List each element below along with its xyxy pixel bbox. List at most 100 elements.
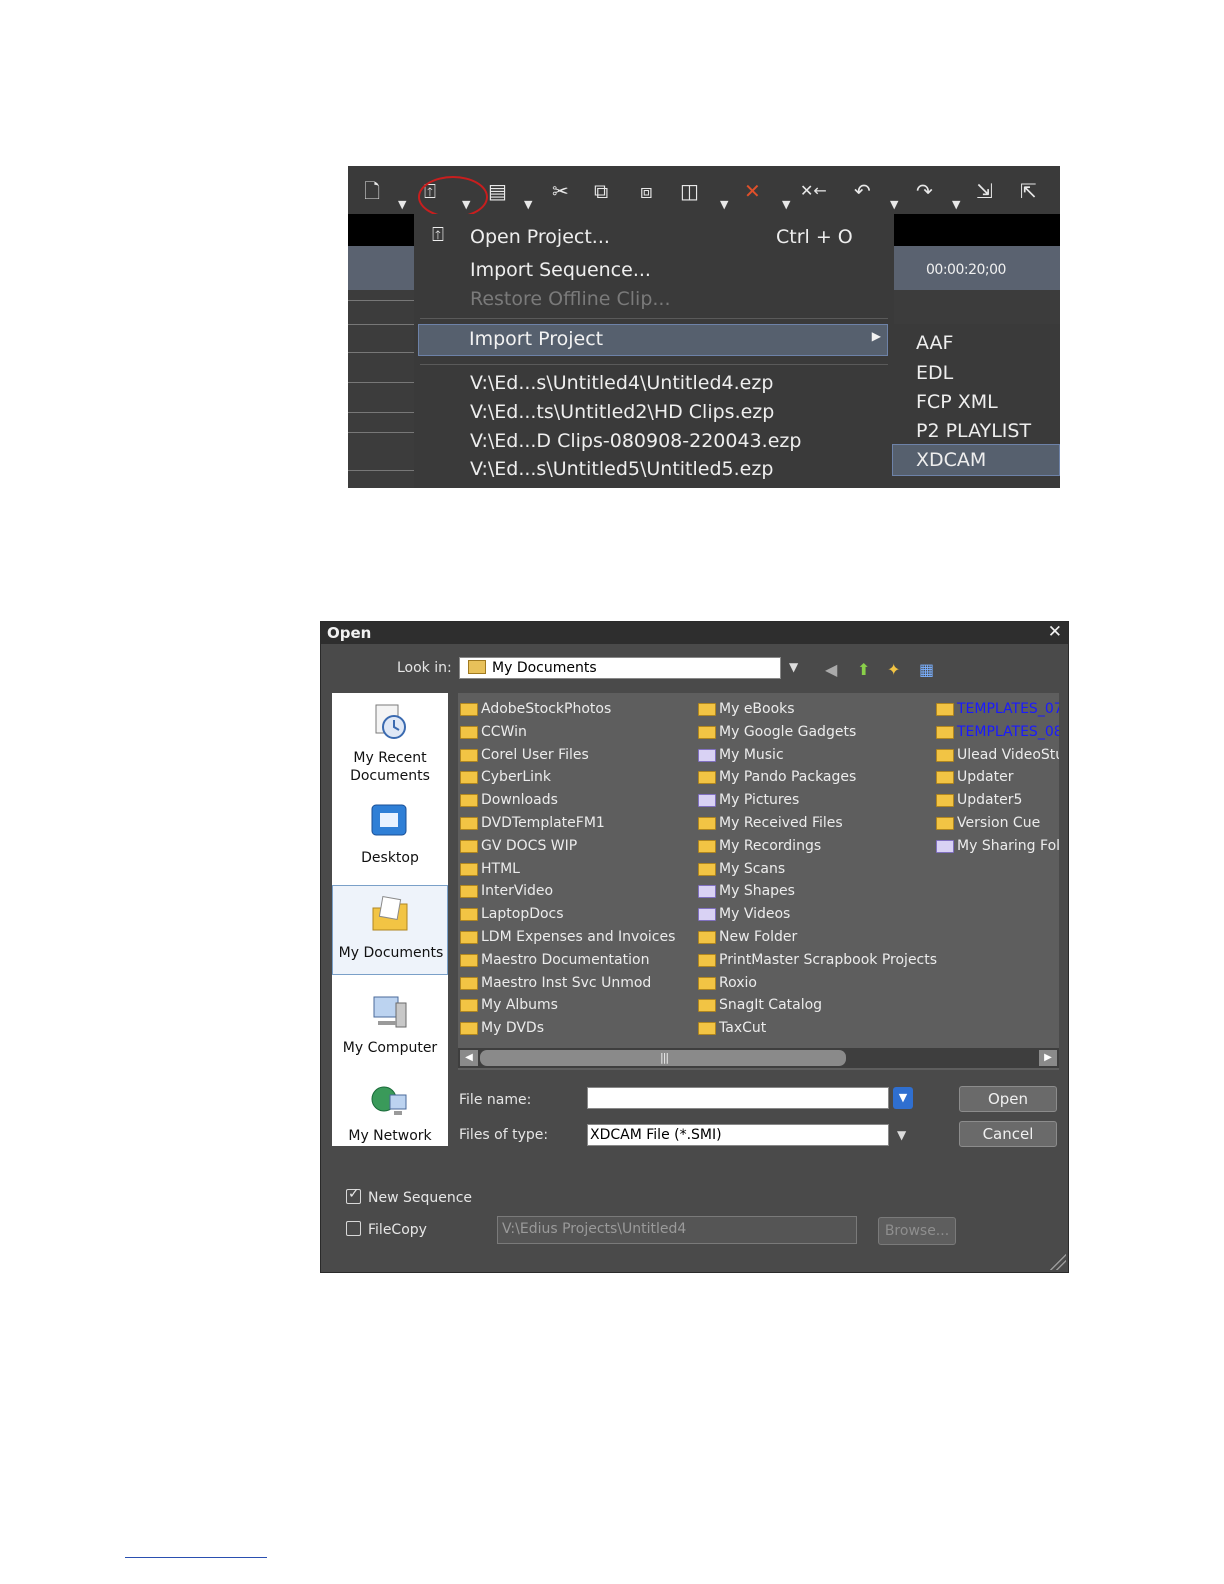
resize-grip-icon[interactable] [1050, 1254, 1066, 1270]
up-folder-icon[interactable]: ⬆ [857, 660, 870, 679]
filecopy-path-value: V:\Edius Projects\Untitled4 [502, 1221, 687, 1237]
file-list: AdobeStockPhotos CCWin Corel User Files Cyb… [458, 693, 1059, 1070]
file-name: My Shapes [719, 883, 795, 900]
split-icon[interactable]: ◫ [680, 180, 699, 202]
edius-toolbar-screenshot: 🗋 ▼ ⍐ ▼ ▤ ▼ ✂ ⧉ ⧈ ◫ ▼ ✕ ▼ ✕← ↶ ▼ ↷ ▼ ⇲ ⇱… [348, 166, 1060, 488]
open-dropdown-menu: ⍐ Open Project... Ctrl + O Import Sequen… [414, 214, 894, 488]
folder-icon [936, 748, 954, 762]
paste-icon[interactable]: ⧈ [640, 180, 653, 202]
file-name: My Pando Packages [719, 769, 857, 786]
view-menu-icon[interactable]: ▦ [919, 660, 934, 679]
menu-item-recent[interactable]: V:\Ed...ts\Untitled2\HD Clips.ezp [470, 401, 774, 423]
export-icon[interactable]: ⇲ [976, 180, 993, 202]
folder-icon [936, 771, 954, 785]
menu-separator [420, 318, 888, 319]
close-icon[interactable]: ✕ [1048, 622, 1062, 642]
import-icon[interactable]: ⇱ [1020, 180, 1037, 202]
file-name: GV DOCS WIP [481, 837, 578, 854]
files-of-type-select[interactable]: XDCAM File (*.SMI) [587, 1124, 889, 1146]
new-folder-icon[interactable]: ✦ [887, 660, 900, 679]
save-icon[interactable]: ▤ [488, 180, 507, 202]
menu-item-recent[interactable]: V:\Ed...D Clips-080908-220043.ezp [470, 430, 801, 452]
footer-link-underline [125, 1557, 267, 1558]
file-name: InterVideo [481, 883, 554, 900]
submenu-item-fcp-xml[interactable]: FCP XML [916, 391, 998, 413]
redo-icon[interactable]: ↷ [916, 180, 933, 202]
file-name-input[interactable] [587, 1087, 889, 1109]
main-toolbar: 🗋 ▼ ⍐ ▼ ▤ ▼ ✂ ⧉ ⧈ ◫ ▼ ✕ ▼ ✕← ↶ ▼ ↷ ▼ ⇲ ⇱ [348, 166, 1060, 218]
import-project-submenu: AAF EDL FCP XML P2 PLAYLIST XDCAM [892, 324, 1060, 488]
place-desktop[interactable]: Desktop [332, 793, 448, 883]
folder-icon [460, 999, 478, 1013]
folder-icon [460, 748, 478, 762]
track-line [348, 470, 414, 471]
file-name: TaxCut [719, 1020, 767, 1037]
menu-item-recent[interactable]: V:\Ed...s\Untitled4\Untitled4.ezp [470, 372, 773, 394]
menu-item-recent[interactable]: V:\Ed...s\Untitled5\Untitled5.ezp [470, 458, 773, 480]
undo-icon[interactable]: ↶ [854, 180, 871, 202]
file-name: Downloads [481, 792, 558, 809]
file-name: Corel User Files [481, 746, 589, 763]
scrollbar-thumb[interactable]: ||| [480, 1050, 846, 1066]
undo-dropdown-icon[interactable]: ▼ [890, 194, 898, 216]
look-in-select[interactable]: My Documents [459, 657, 781, 679]
open-button[interactable]: Open [959, 1086, 1057, 1112]
folder-icon [460, 794, 478, 808]
my-documents-icon [372, 896, 408, 931]
submenu-item-aaf[interactable]: AAF [916, 332, 953, 354]
folder-icon [460, 953, 478, 967]
place-label: Desktop [361, 850, 419, 866]
file-name: My Sharing Folc [957, 837, 1059, 854]
file-name: DVDTemplateFM1 [481, 814, 605, 831]
redo-dropdown-icon[interactable]: ▼ [952, 194, 960, 216]
file-name: My Pictures [719, 792, 800, 809]
folder-icon [460, 862, 478, 876]
new-project-icon[interactable]: 🗋 [364, 180, 380, 202]
file-name: My Albums [481, 997, 558, 1014]
menu-item-import-sequence[interactable]: Import Sequence... [470, 259, 651, 281]
place-recent-documents[interactable]: My Recent Documents [332, 693, 448, 784]
split-dropdown-icon[interactable]: ▼ [720, 194, 728, 216]
new-sequence-checkbox[interactable]: ✓ [346, 1186, 361, 1204]
chevron-down-icon[interactable]: ▼ [789, 660, 798, 674]
scroll-left-icon[interactable]: ◀ [460, 1050, 478, 1066]
save-dropdown-icon[interactable]: ▼ [524, 194, 532, 216]
timeline-ruler-right: 00:00:20;00 [894, 246, 1060, 290]
delete-icon[interactable]: ✕ [744, 180, 761, 202]
menu-item-restore-offline: Restore Offline Clip... [470, 288, 671, 310]
place-label: My Network [348, 1128, 432, 1144]
place-my-computer[interactable]: My Computer [332, 985, 448, 1075]
cancel-button[interactable]: Cancel [959, 1121, 1057, 1147]
chevron-down-icon[interactable]: ▼ [893, 1087, 913, 1109]
track-line [348, 412, 414, 413]
folder-icon [936, 816, 954, 830]
delete-dropdown-icon[interactable]: ▼ [782, 194, 790, 216]
ripple-delete-icon[interactable]: ✕← [800, 180, 827, 202]
filecopy-checkbox[interactable] [346, 1221, 361, 1236]
copy-icon[interactable]: ⧉ [594, 180, 608, 202]
folder-icon [698, 771, 716, 785]
submenu-item-p2-playlist[interactable]: P2 PLAYLIST [916, 420, 1031, 442]
open-dialog: Open ✕ Look in: My Documents ▼ ◀ ⬆ ✦ ▦ M… [320, 621, 1069, 1273]
file-name: My eBooks [719, 701, 795, 717]
scroll-right-icon[interactable]: ▶ [1039, 1050, 1057, 1066]
folder-icon [460, 976, 478, 990]
place-my-documents[interactable]: My Documents [332, 885, 448, 975]
import-project-label: Import Project [469, 328, 604, 350]
cut-icon[interactable]: ✂ [552, 180, 569, 202]
new-dropdown-icon[interactable]: ▼ [398, 194, 406, 216]
horizontal-scrollbar[interactable]: ◀ ||| ▶ [458, 1048, 1059, 1068]
submenu-item-edl[interactable]: EDL [916, 362, 953, 384]
submenu-item-xdcam[interactable]: XDCAM [916, 449, 986, 471]
place-my-network[interactable]: My Network [332, 1075, 448, 1165]
chevron-down-icon[interactable]: ▼ [897, 1128, 906, 1142]
folder-icon [698, 816, 716, 830]
menu-item-import-project[interactable]: Import Project ▶ [418, 324, 888, 356]
checkmark-icon: ✓ [348, 1186, 360, 1202]
back-icon[interactable]: ◀ [825, 660, 837, 679]
file-name: New Folder [719, 928, 798, 945]
menu-item-open-project[interactable]: Open Project... [470, 226, 610, 248]
track-line [348, 300, 414, 301]
track-line [348, 382, 414, 383]
look-in-value: My Documents [492, 660, 597, 676]
